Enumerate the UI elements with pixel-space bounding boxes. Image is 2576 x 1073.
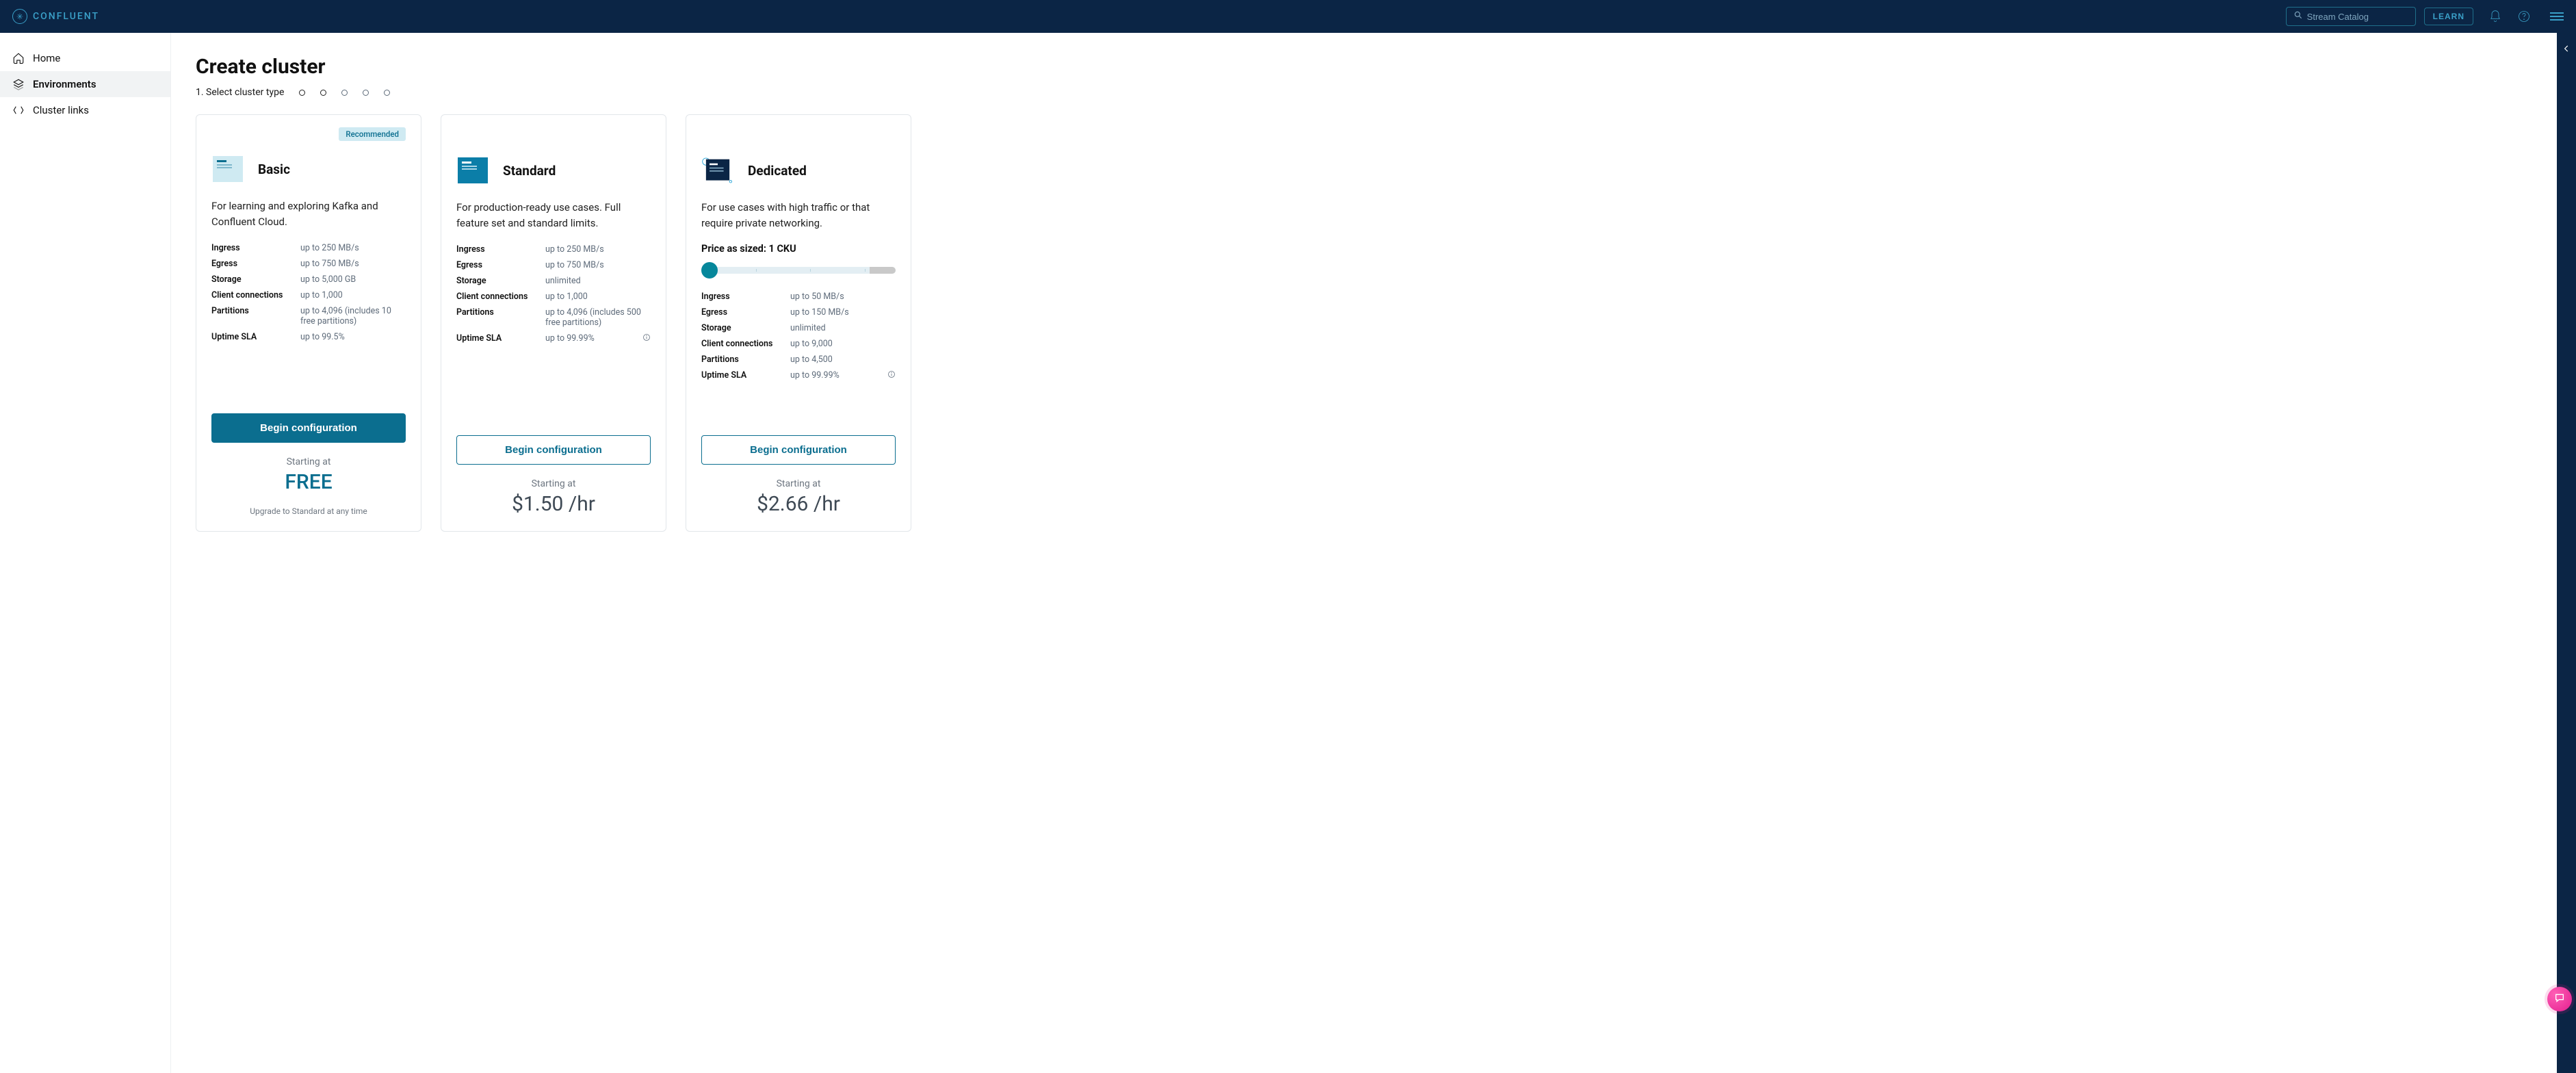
sidebar-item-label: Cluster links (33, 104, 89, 116)
step-dot[interactable] (320, 90, 326, 96)
help-icon[interactable] (2517, 10, 2531, 23)
chevron-left-icon[interactable] (2562, 44, 2571, 1073)
home-icon (12, 52, 25, 64)
spec-row: Partitionsup to 4,096 (includes 500 free… (456, 305, 651, 331)
spec-row: Partitionsup to 4,096 (includes 10 free … (211, 303, 406, 329)
link-icon (12, 104, 25, 116)
spec-row: Client connectionsup to 1,000 (211, 287, 406, 303)
cku-label: Price as sized: 1 CKU (701, 243, 896, 255)
card-description: For learning and exploring Kafka and Con… (211, 198, 406, 229)
card-title: Basic (258, 161, 290, 177)
step-dot[interactable] (384, 90, 390, 96)
spec-row: Ingressup to 50 MB/s (701, 289, 896, 305)
spec-row: Storageunlimited (701, 320, 896, 336)
step-dot[interactable] (363, 90, 369, 96)
spec-row: Storageup to 5,000 GB (211, 272, 406, 287)
starting-at-label: Starting at (701, 478, 896, 489)
page-title: Create cluster (196, 55, 2532, 79)
spec-row: Uptime SLAup to 99.99% (701, 367, 896, 383)
search-icon (2293, 10, 2303, 23)
begin-configuration-button[interactable]: Begin configuration (456, 435, 651, 465)
info-icon[interactable] (642, 333, 651, 344)
topbar: CONFLUENT LEARN (0, 0, 2576, 33)
card-description: For use cases with high traffic or that … (701, 200, 896, 231)
basic-illustration-icon (211, 153, 244, 185)
learn-button[interactable]: LEARN (2424, 8, 2473, 25)
spec-row: Uptime SLAup to 99.5% (211, 329, 406, 345)
spec-row: Partitionsup to 4,500 (701, 352, 896, 367)
spec-row: Ingressup to 250 MB/s (211, 240, 406, 256)
chat-icon (2554, 992, 2565, 1006)
step-dot[interactable] (299, 90, 305, 96)
spec-row: Egressup to 750 MB/s (456, 257, 651, 273)
main-content: Create cluster 1. Select cluster type Re… (171, 33, 2557, 1073)
begin-configuration-button[interactable]: Begin configuration (211, 413, 406, 443)
card-dedicated: Dedicated For use cases with high traffi… (686, 114, 911, 532)
search-input[interactable] (2307, 12, 2408, 22)
price-value: FREE (211, 470, 406, 494)
spec-row: Client connectionsup to 1,000 (456, 289, 651, 305)
card-standard: Standard For production-ready use cases.… (441, 114, 666, 532)
cluster-type-cards: Recommended Basic For learning and explo… (196, 114, 2532, 532)
chat-fab[interactable] (2547, 987, 2572, 1011)
sidebar-item-home[interactable]: Home (0, 45, 170, 71)
spec-row: Storageunlimited (456, 273, 651, 289)
hamburger-icon[interactable] (2550, 10, 2564, 23)
begin-configuration-button[interactable]: Begin configuration (701, 435, 896, 465)
logo[interactable]: CONFLUENT (12, 9, 99, 24)
layers-icon (12, 78, 25, 90)
search-box[interactable] (2286, 7, 2416, 26)
cku-slider[interactable] (701, 263, 896, 278)
upgrade-note: Upgrade to Standard at any time (211, 506, 406, 516)
step-indicator: 1. Select cluster type (196, 87, 2532, 98)
spec-row: Egressup to 750 MB/s (211, 256, 406, 272)
sidebar-item-label: Environments (33, 78, 96, 90)
right-rail[interactable] (2557, 33, 2576, 1073)
price-value: $1.50 /hr (456, 492, 651, 516)
slider-thumb[interactable] (701, 262, 718, 279)
sidebar: Home Environments Cluster links (0, 33, 171, 1073)
card-basic: Recommended Basic For learning and explo… (196, 114, 421, 532)
step-dots (299, 90, 390, 96)
confluent-logo-icon (12, 9, 27, 24)
spec-row: Egressup to 150 MB/s (701, 305, 896, 320)
sidebar-item-environments[interactable]: Environments (0, 71, 170, 97)
starting-at-label: Starting at (456, 478, 651, 489)
spec-row: Client connectionsup to 9,000 (701, 336, 896, 352)
step-dot[interactable] (341, 90, 348, 96)
step-label: 1. Select cluster type (196, 87, 284, 98)
info-icon[interactable] (887, 370, 896, 380)
sidebar-item-label: Home (33, 52, 60, 64)
bell-icon[interactable] (2488, 10, 2502, 23)
card-description: For production-ready use cases. Full fea… (456, 200, 651, 231)
starting-at-label: Starting at (211, 456, 406, 467)
card-title: Standard (503, 163, 556, 179)
brand-text: CONFLUENT (33, 11, 99, 22)
recommended-badge: Recommended (339, 127, 406, 141)
spec-row: Ingressup to 250 MB/s (456, 242, 651, 257)
price-value: $2.66 /hr (701, 492, 896, 516)
dedicated-illustration-icon (701, 155, 734, 186)
spec-row: Uptime SLAup to 99.99% (456, 331, 651, 346)
sidebar-item-cluster-links[interactable]: Cluster links (0, 97, 170, 123)
standard-illustration-icon (456, 155, 489, 186)
card-title: Dedicated (748, 163, 807, 179)
